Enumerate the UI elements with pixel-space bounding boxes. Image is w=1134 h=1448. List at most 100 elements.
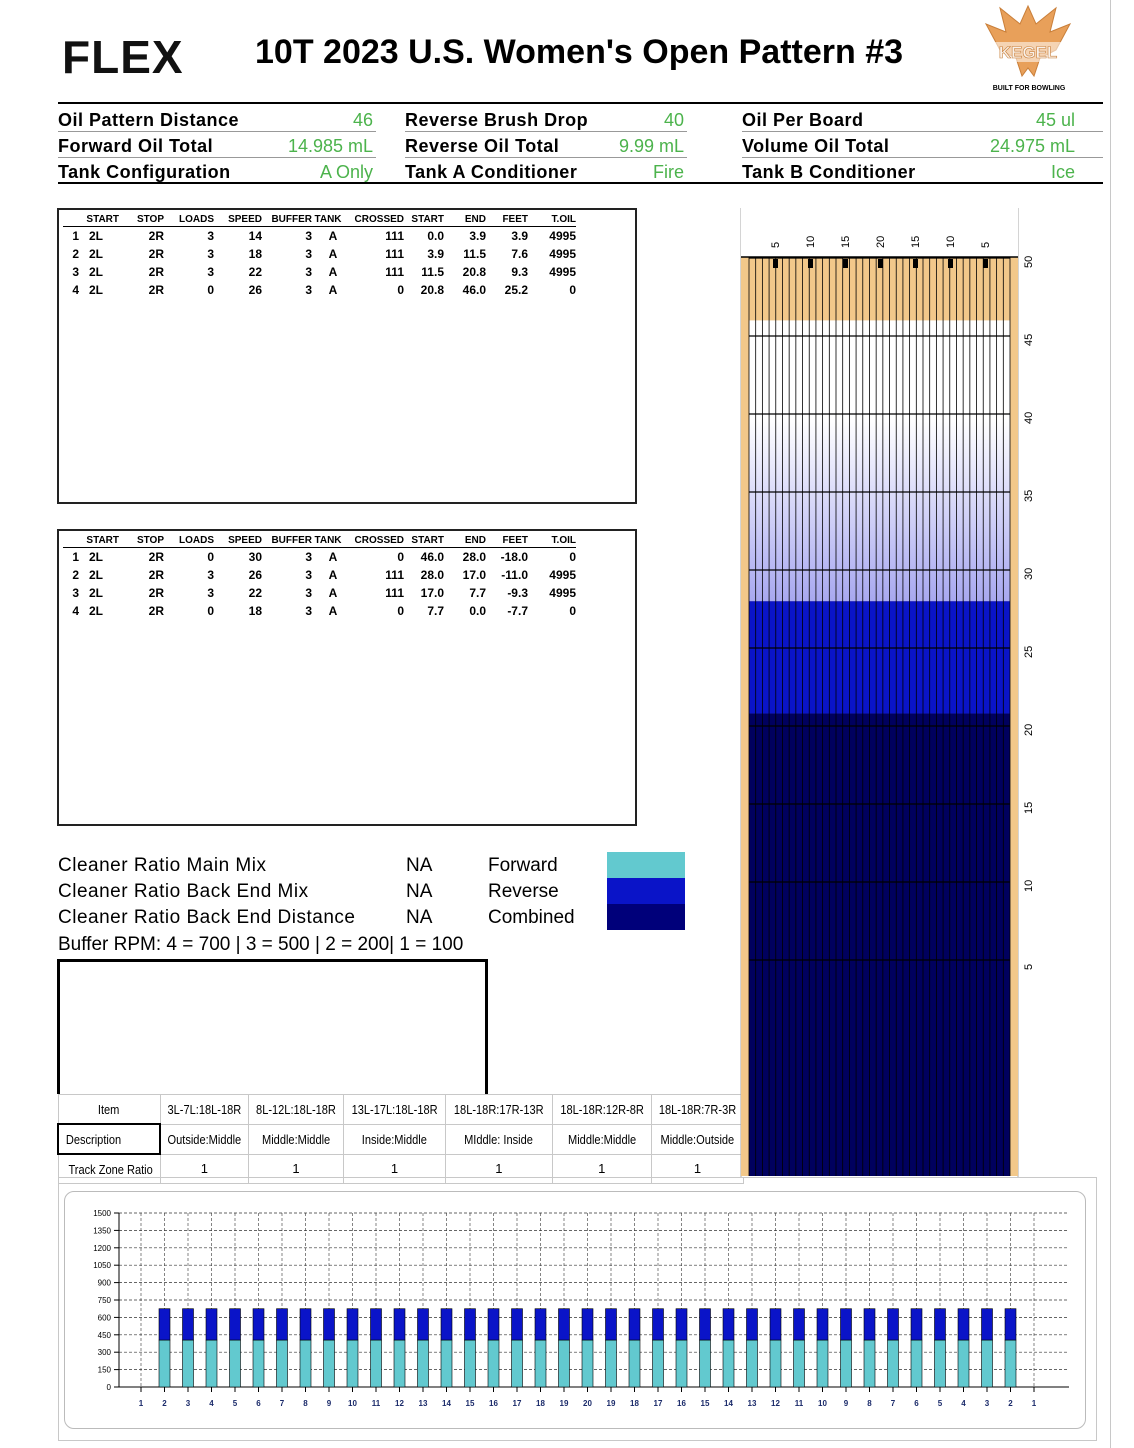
lane-distance-label: 5	[1023, 964, 1035, 970]
forward-table-cell: 4	[72, 283, 79, 297]
chart-x-tick-label: 1	[139, 1399, 144, 1408]
forward-oil-total-value: 14.985 mL	[287, 136, 373, 156]
chart-bar-reverse	[675, 1308, 688, 1341]
chart-x-tick-label: 18	[630, 1399, 639, 1408]
chart-bar-reverse	[863, 1308, 876, 1341]
forward-table-cell: 4995	[549, 265, 576, 279]
chart-x-tick-label: 5	[233, 1399, 238, 1408]
lane-arrow-marker	[878, 259, 883, 268]
track-zone-description-label[interactable]: Description	[56, 1123, 162, 1155]
reverse-table-cell: 2R	[148, 604, 164, 618]
reverse-table-cell: 28.0	[420, 568, 444, 582]
cleaner-back-end-mix-label: Cleaner Ratio Back End Mix	[58, 881, 309, 902]
forward-table-cell: 2L	[89, 247, 104, 261]
forward-table-cell: 20.8	[420, 283, 444, 297]
cleaner-back-end-distance-value: NA	[406, 907, 433, 928]
chart-x-tick-label: 12	[771, 1399, 780, 1408]
lane-distance-label: 35	[1023, 490, 1035, 502]
lane-label-band	[741, 208, 1018, 257]
chart-bar-reverse	[581, 1308, 594, 1341]
chart-bar-forward	[793, 1339, 805, 1388]
reverse-table-cell: 3	[207, 568, 214, 582]
chart-bar-forward	[229, 1339, 241, 1388]
tank-a-conditioner-value: Fire	[653, 162, 684, 182]
track-zone-table: Item 3L-7L:18L-18R 8L-12L:18L-18R 13L-17…	[56, 1094, 744, 1184]
forward-table-cell: 111	[385, 265, 404, 279]
chart-bar-forward	[816, 1339, 829, 1388]
reverse-table-cell: 28.0	[462, 550, 486, 564]
forward-table-cell: A	[328, 265, 338, 279]
forward-oil-total-label: Forward Oil Total	[58, 136, 214, 156]
oil-pattern-distance-label: Oil Pattern Distance	[58, 110, 240, 130]
forward-table-cell: 3	[72, 265, 79, 279]
buffer-rpm-text: Buffer RPM: 4 = 700 | 3 = 500 | 2 = 200|…	[58, 934, 464, 955]
reverse-table-cell: 2R	[148, 586, 164, 600]
chart-x-tick-label: 11	[795, 1399, 804, 1408]
forward-table-cell: 3	[207, 265, 214, 279]
track-zone-description-cell: Middle:Outside	[650, 1123, 744, 1155]
rv-col-speed: SPEED	[214, 533, 262, 548]
reverse-table-cell: A	[328, 568, 338, 582]
reverse-table-cell: 3	[72, 586, 79, 600]
chart-bar-reverse	[793, 1308, 805, 1341]
forward-table-cell: 3.9	[511, 229, 528, 243]
forward-table-cell: 0	[569, 283, 576, 297]
reverse-table-cell: 3	[305, 550, 312, 564]
chart-x-tick-label: 7	[280, 1399, 285, 1408]
chart-bar-reverse	[605, 1308, 617, 1341]
reverse-table-cell: 17.0	[420, 586, 444, 600]
oil-per-board-label: Oil Per Board	[742, 110, 864, 130]
fw-col-stop: STOP	[119, 212, 164, 227]
lane-distance-label: 20	[1023, 724, 1035, 736]
chart-bar-forward	[299, 1339, 312, 1388]
chart-y-tick-label: 1350	[93, 1226, 111, 1235]
lane-distance-label: 30	[1023, 568, 1035, 580]
reverse-table-cell: 2L	[89, 604, 104, 618]
chart-bar-forward	[487, 1339, 500, 1388]
forward-table-grid: START STOP LOADS SPEED BUFFER TANK CROSS…	[63, 212, 576, 299]
chart-bar-forward	[769, 1339, 782, 1388]
lane-arrow-marker	[948, 259, 953, 268]
reverse-table-cell: A	[328, 586, 338, 600]
chart-bar-forward	[605, 1339, 617, 1388]
chart-bar-forward	[652, 1339, 664, 1388]
fw-col-buffer: BUFFER	[262, 212, 312, 227]
volume-oil-total-label: Volume Oil Total	[742, 136, 890, 156]
chart-bar-reverse	[487, 1308, 500, 1341]
lane-top-label: 5	[980, 242, 992, 248]
lane-top-label: 15	[840, 236, 852, 248]
cleaner-back-end-mix-value: NA	[406, 881, 433, 902]
reverse-table-cell: 4995	[549, 586, 576, 600]
forward-table-row: 1 2L 2R 3 14 3 A 111 0.0 3.9 3.9 4995	[63, 227, 576, 246]
forward-table-cell: 26	[248, 283, 262, 297]
kegel-bird-icon: KEGEL	[984, 4, 1072, 78]
forward-table-cell: 7.6	[511, 247, 528, 261]
fw-col-end: END	[444, 212, 486, 227]
forward-table-cell: 2R	[148, 247, 164, 261]
track-zone-description-row: Description Outside:Middle Middle:Middle…	[56, 1123, 744, 1155]
forward-table-cell: 3	[305, 265, 312, 279]
forward-table-cell: 9.3	[511, 265, 528, 279]
forward-table-cell: 111	[385, 247, 404, 261]
chart-bar-reverse	[205, 1308, 218, 1341]
fw-col-speed: SPEED	[214, 212, 262, 227]
reverse-table-cell: -18.0	[500, 550, 528, 564]
chart-x-tick-label: 17	[654, 1399, 663, 1408]
chart-bar-forward	[628, 1339, 641, 1388]
rv-col-end: END	[444, 533, 486, 548]
chart-bar-forward	[957, 1339, 970, 1388]
chart-y-tick-label: 1200	[93, 1244, 111, 1253]
chart-y-tick-label: 600	[98, 1313, 112, 1322]
fw-col-start-ft: START	[404, 212, 444, 227]
track-zone-col-header: 18L-18R:7R-3R	[650, 1094, 744, 1125]
reverse-table-cell: 2L	[89, 586, 104, 600]
chart-x-tick-label: 15	[701, 1399, 710, 1408]
forward-table-cell: 4995	[549, 247, 576, 261]
chart-y-tick-label: 450	[98, 1331, 112, 1340]
forward-table-cell: 14	[248, 229, 262, 243]
chart-bar-forward	[393, 1339, 406, 1388]
reverse-oil-total-value: 9.99 mL	[618, 136, 684, 156]
reverse-table-cell: 0	[397, 550, 404, 564]
chart-bar-reverse	[417, 1308, 429, 1341]
chart-bar-reverse	[440, 1308, 453, 1341]
